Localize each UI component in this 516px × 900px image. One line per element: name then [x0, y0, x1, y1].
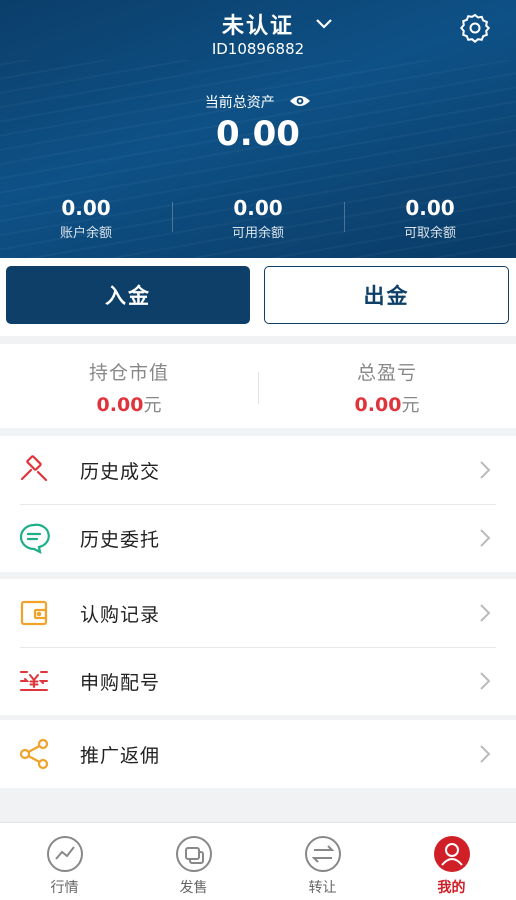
market-value-stat: 持仓市值 0.00元	[0, 344, 258, 428]
market-value-unit: 元	[143, 395, 162, 416]
tab-label: 我的	[437, 880, 466, 896]
total-pnl-label: 总盈亏	[356, 362, 417, 384]
withdraw-button[interactable]: 出金	[264, 266, 509, 324]
bottom-tab-bar: 行情 发售 转让 我的	[0, 822, 516, 900]
available-balance-label: 可用余额	[231, 226, 284, 241]
menu-item-history-trades[interactable]: 历史成交	[0, 436, 516, 504]
menu-item-history-orders[interactable]: 历史委托	[0, 504, 516, 572]
menu-item-label: 推广返佣	[80, 744, 161, 767]
position-stats: 持仓市值 0.00元 总盈亏 0.00元	[0, 344, 516, 428]
account-header: 未认证 ID10896882 当前总资产 0.00 0.00 账户余额 0.00…	[0, 0, 516, 258]
tab-label: 行情	[50, 880, 79, 896]
chevron-right-icon	[480, 672, 491, 690]
withdrawable-balance-value: 0.00	[405, 196, 455, 220]
menu-item-label: 认购记录	[80, 603, 161, 626]
share-icon	[19, 738, 49, 770]
history-menu-group: 历史成交 历史委托	[0, 436, 516, 572]
chat-list-icon	[19, 523, 50, 554]
menu-item-label: 申购配号	[80, 671, 161, 694]
available-balance-value: 0.00	[233, 196, 283, 220]
tab-transfer[interactable]: 转让	[258, 823, 387, 900]
menu-item-label: 历史成交	[80, 460, 161, 483]
menu-item-allotment-numbers[interactable]: 申购配号	[0, 647, 516, 715]
deposit-button[interactable]: 入金	[6, 266, 250, 324]
yen-transfer-icon	[20, 671, 48, 691]
menu-item-subscription-records[interactable]: 认购记录	[0, 579, 516, 647]
menu-item-label: 历史委托	[80, 528, 161, 551]
available-balance: 0.00 可用余额	[172, 196, 344, 241]
exchange-arrows-icon	[304, 836, 341, 872]
market-value-amount: 0.00	[96, 394, 144, 416]
balance-summary: 0.00 账户余额 0.00 可用余额 0.00 可取余额	[0, 196, 516, 241]
withdrawable-balance: 0.00 可取余额	[344, 196, 516, 241]
stack-icon	[175, 836, 212, 872]
total-assets-value: 0.00	[216, 114, 300, 154]
total-pnl-unit: 元	[401, 395, 420, 416]
total-pnl-amount: 0.00	[354, 394, 402, 416]
chevron-right-icon	[480, 604, 491, 622]
user-id: ID10896882	[211, 40, 305, 58]
gavel-icon	[20, 455, 48, 482]
account-balance: 0.00 账户余额	[0, 196, 172, 241]
referral-menu-group: 推广返佣	[0, 720, 516, 788]
fund-action-bar: 入金 出金	[0, 258, 516, 336]
tab-mine[interactable]: 我的	[387, 823, 516, 900]
tab-market[interactable]: 行情	[0, 823, 129, 900]
chevron-right-icon	[480, 745, 491, 763]
chevron-down-icon[interactable]	[314, 14, 334, 34]
total-assets-label: 当前总资产	[204, 95, 275, 111]
trend-chart-icon	[46, 836, 83, 872]
tab-label: 转让	[308, 880, 337, 896]
account-balance-label: 账户余额	[59, 226, 112, 241]
account-balance-value: 0.00	[61, 196, 111, 220]
wallet-icon	[20, 600, 48, 626]
chevron-right-icon	[480, 529, 491, 547]
eye-icon[interactable]	[289, 94, 311, 108]
total-pnl-stat: 总盈亏 0.00元	[258, 344, 516, 428]
title-row: 未认证	[0, 8, 516, 40]
total-assets-label-row: 当前总资产	[0, 92, 516, 112]
tab-label: 发售	[179, 880, 208, 896]
subscription-menu-group: 认购记录 申购配号	[0, 579, 516, 715]
market-value-label: 持仓市值	[88, 362, 169, 384]
user-profile-icon	[433, 836, 470, 872]
menu-item-referral-rebate[interactable]: 推广返佣	[0, 720, 516, 788]
withdrawable-balance-label: 可取余额	[403, 226, 456, 241]
verification-status-title[interactable]: 未认证	[222, 14, 294, 39]
tab-issuance[interactable]: 发售	[129, 823, 258, 900]
chevron-right-icon	[480, 461, 491, 479]
